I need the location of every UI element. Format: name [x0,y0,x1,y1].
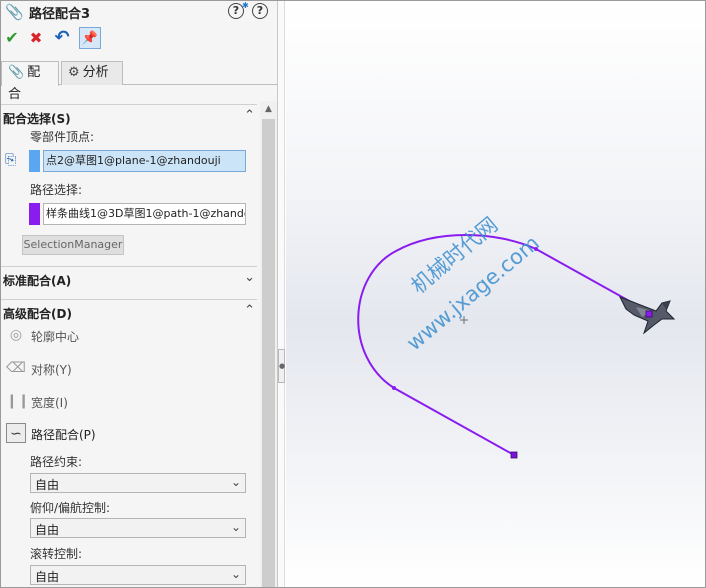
paperclip-icon: 📎 [8,65,25,80]
adv-path-mate[interactable]: ∽ 路径配合(P) [4,422,254,446]
graphics-viewport[interactable]: 机械时代网 www.jxage.com [286,1,705,587]
path-mate-icon: ∽ [6,423,26,443]
adv-profile-center[interactable]: ◎ 轮廓中心 [4,324,254,348]
select-value: 自由 [35,478,60,492]
adv-symmetric[interactable]: ⌫ 对称(Y) [4,357,254,381]
symmetric-icon: ⌫ [6,360,26,376]
chevron-down-icon[interactable]: ⌄ [244,270,255,285]
tab-analysis-label: 分析 [82,65,109,80]
tab-mates[interactable]: 📎 配合 [1,61,59,102]
section-label: 标准配合(A) [3,274,72,288]
path-endpoint[interactable] [510,451,518,459]
pm-title-row: 📎 路径配合3 ? ✱ ? [1,1,277,23]
adv-item-label: 对称(Y) [31,363,72,377]
section-mate-selections[interactable]: 配合选择(S) ⌃ [1,104,257,128]
chevron-down-icon: ⌄ [230,475,241,489]
adv-item-label: 轮廓中心 [31,330,80,344]
chevron-up-icon[interactable]: ⌃ [244,303,255,318]
chevron-down-icon: ⌄ [230,520,241,534]
path-constraint-label: 路径约束: [30,455,83,469]
section-advanced-mates[interactable]: 高级配合(D) ⌃ [1,299,257,323]
gear-icon: ⚙ [68,65,80,80]
action-row: ✔ ✖ ↶ 📌 [1,25,277,51]
cancel-button[interactable]: ✖ [25,27,47,49]
section-label: 高级配合(D) [3,307,72,321]
path-midpoint [392,386,396,390]
section-label: 配合选择(S) [3,112,71,126]
path-color-swatch [29,203,40,225]
vertex-color-swatch [29,150,40,172]
model-canvas [357,234,676,459]
adv-item-label: 宽度(I) [31,396,68,410]
path-label: 路径选择: [30,183,83,197]
component-vertex-icon: ⎘ [5,152,17,168]
vertex-label: 零部件顶点: [30,130,95,144]
chevron-up-icon[interactable]: ⌃ [244,108,255,123]
roll-label: 滚转控制: [30,547,83,561]
chevron-down-icon: ⌄ [230,567,241,581]
ok-button[interactable]: ✔ [1,27,23,49]
select-value: 自由 [35,570,60,584]
section-standard-mates[interactable]: 标准配合(A) ⌄ [1,266,257,290]
path-constraint-select[interactable]: 自由 ⌄ [30,473,246,493]
pm-tabs: 📎 配合 ⚙ 分析 [1,61,277,102]
pitch-yaw-select[interactable]: 自由 ⌄ [30,518,246,538]
adv-width[interactable]: ❙❙ 宽度(I) [4,390,254,414]
undo-button[interactable]: ↶ [51,27,73,49]
roll-select[interactable]: 自由 ⌄ [30,565,246,585]
vertex-selection[interactable]: 点2@草图1@plane-1@zhandouji [29,150,246,172]
scrollbar-thumb[interactable] [262,119,275,587]
splitter-handle[interactable]: ● [278,349,285,383]
select-value: 自由 [35,523,60,537]
property-manager: 📎 路径配合3 ? ✱ ? ✔ ✖ ↶ 📌 📎 配合 ⚙ 分析 ▲ 配合选择(S) … [1,1,277,587]
scroll-up-arrow[interactable]: ▲ [260,101,277,117]
vertex-entry[interactable]: 点2@草图1@plane-1@zhandouji [43,150,246,172]
profile-center-icon: ◎ [9,327,23,343]
help-button[interactable]: ? [252,3,268,19]
pin-button[interactable]: 📌 [79,27,101,49]
panel-splitter[interactable]: ● [277,1,285,587]
width-icon: ❙❙ [6,393,30,409]
jet-model[interactable] [618,296,676,335]
pitch-yaw-label: 俯仰/偏航控制: [30,501,111,515]
path-entry[interactable]: 样条曲线1@3D草图1@path-1@zhandouji [43,203,246,225]
paperclip-icon: 📎 [5,3,24,21]
selection-manager-button[interactable]: SelectionManager [22,235,124,255]
adv-item-label: 路径配合(P) [31,428,96,442]
path-selection[interactable]: 样条曲线1@3D草图1@path-1@zhandouji [29,203,246,225]
tab-analysis[interactable]: ⚙ 分析 [61,61,123,85]
star-icon: ✱ [242,1,249,10]
pm-title: 路径配合3 [29,7,91,22]
